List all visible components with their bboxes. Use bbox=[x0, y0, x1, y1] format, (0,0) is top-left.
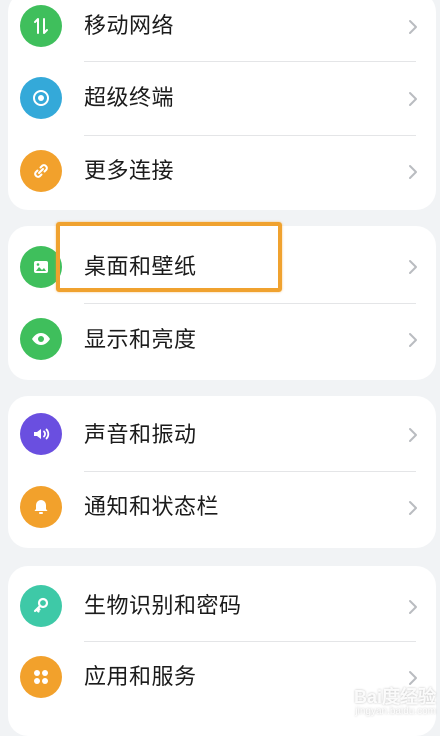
highlight-box bbox=[56, 222, 282, 292]
chevron-right-icon bbox=[409, 20, 417, 34]
chevron-right-icon bbox=[409, 501, 417, 515]
key-icon bbox=[20, 585, 62, 627]
speaker-icon bbox=[20, 413, 62, 455]
bell-icon bbox=[20, 486, 62, 528]
chevron-right-icon bbox=[409, 428, 417, 442]
settings-group-network: 移动网络 超级终端 更多连接 bbox=[8, 0, 436, 210]
watermark-main-text: Bai度经验 bbox=[353, 687, 436, 707]
settings-item-notifications-statusbar[interactable]: 通知和状态栏 bbox=[8, 472, 436, 548]
settings-item-super-device[interactable]: 超级终端 bbox=[8, 62, 436, 136]
settings-group-sound: 声音和振动 通知和状态栏 bbox=[8, 396, 436, 548]
settings-item-display-brightness[interactable]: 显示和亮度 bbox=[8, 304, 436, 380]
settings-item-mobile-network[interactable]: 移动网络 bbox=[8, 0, 436, 62]
settings-item-biometrics-password[interactable]: 生物识别和密码 bbox=[8, 566, 436, 642]
watermark-sub-text: jingyan.baidu.com bbox=[355, 706, 436, 717]
mobile-data-icon bbox=[20, 5, 62, 47]
super-device-icon bbox=[20, 77, 62, 119]
settings-item-sound-vibration[interactable]: 声音和振动 bbox=[8, 396, 436, 472]
chevron-right-icon bbox=[409, 260, 417, 274]
settings-item-label: 应用和服务 bbox=[84, 665, 197, 690]
settings-item-label: 移动网络 bbox=[84, 14, 175, 39]
eye-icon bbox=[20, 318, 62, 360]
settings-item-label: 通知和状态栏 bbox=[84, 495, 220, 520]
settings-item-label: 声音和振动 bbox=[84, 423, 197, 448]
chevron-right-icon bbox=[409, 165, 417, 179]
settings-item-label: 更多连接 bbox=[84, 159, 175, 184]
chevron-right-icon bbox=[409, 671, 417, 685]
settings-item-more-connections[interactable]: 更多连接 bbox=[8, 136, 436, 210]
settings-item-label: 超级终端 bbox=[84, 86, 175, 111]
chevron-right-icon bbox=[409, 333, 417, 347]
chevron-right-icon bbox=[409, 600, 417, 614]
settings-item-label: 生物识别和密码 bbox=[84, 594, 242, 619]
apps-icon bbox=[20, 656, 62, 698]
chevron-right-icon bbox=[409, 92, 417, 106]
link-icon bbox=[20, 150, 62, 192]
settings-item-label: 显示和亮度 bbox=[84, 328, 197, 353]
baidu-jingyan-watermark: Bai度经验 jingyan.baidu.com bbox=[354, 688, 436, 718]
